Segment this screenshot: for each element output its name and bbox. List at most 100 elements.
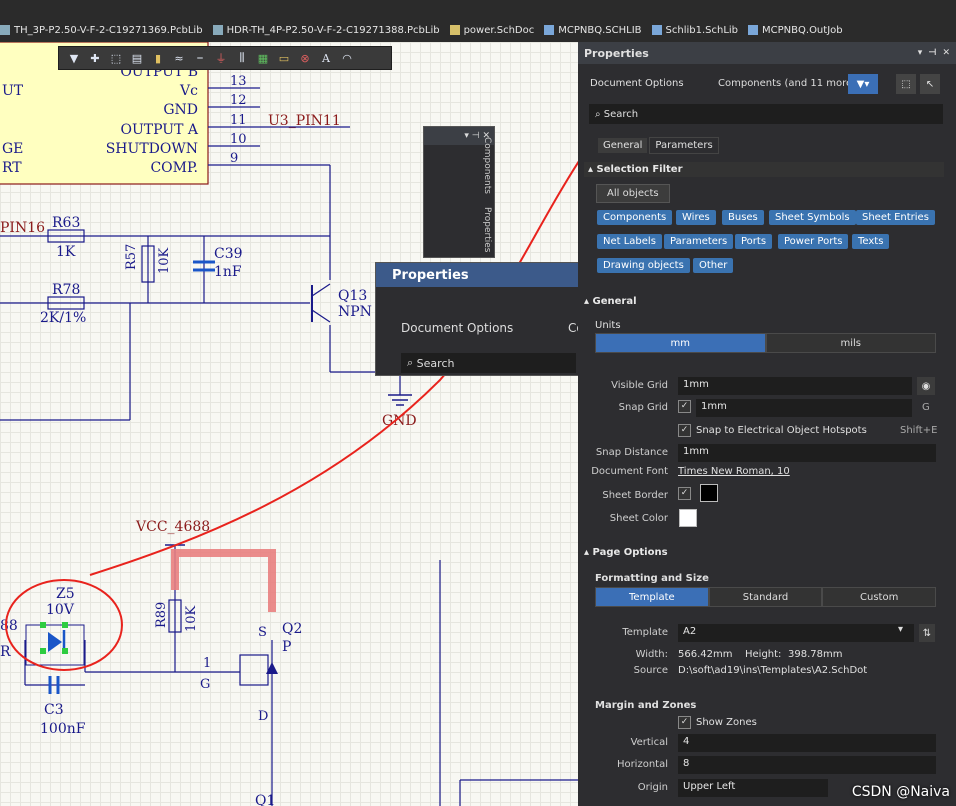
- arc-icon[interactable]: ◠: [340, 51, 354, 65]
- c39-ref: C39: [214, 246, 243, 262]
- format-custom[interactable]: Custom: [822, 587, 937, 607]
- panel-menu-icon[interactable]: ▾: [918, 48, 923, 58]
- filter-icon[interactable]: ▼: [67, 51, 81, 65]
- tab-parameters[interactable]: Parameters: [649, 137, 719, 154]
- check-icon: ✓: [678, 424, 691, 437]
- pointer-icon: ↖: [925, 78, 935, 90]
- margin-zones-label: Margin and Zones: [595, 700, 697, 711]
- ghost-side-tab-components[interactable]: Components: [482, 137, 492, 194]
- chip-texts[interactable]: Texts: [852, 234, 890, 249]
- tab-label: Schlib1.SchLib: [665, 24, 739, 36]
- tab-1[interactable]: HDR-TH_4P-P2.50-V-F-2-C19271388.PcbLib: [212, 20, 440, 40]
- vcc-label: VCC_4688: [135, 519, 210, 535]
- sheet-border-color-swatch[interactable]: [700, 484, 718, 502]
- net-label-icon[interactable]: ⎯: [193, 51, 207, 65]
- panel-search[interactable]: ⌕ Search: [589, 104, 943, 124]
- units-mils[interactable]: mils: [765, 333, 936, 353]
- select-mode-button[interactable]: ↖: [920, 74, 940, 94]
- gnd-port-icon[interactable]: ⏚: [214, 51, 228, 65]
- chip-components[interactable]: Components: [597, 210, 673, 225]
- snap-distance-input[interactable]: 1mm: [678, 444, 936, 462]
- tab-2[interactable]: power.SchDoc: [449, 20, 534, 40]
- format-standard[interactable]: Standard: [708, 587, 823, 607]
- doc-options-label[interactable]: Document Options: [590, 78, 684, 89]
- units-toggle: mm mils: [595, 333, 936, 353]
- snap-grid-input[interactable]: 1mm: [696, 399, 912, 417]
- document-font-link[interactable]: Times New Roman, 10: [678, 466, 790, 477]
- sheet-border-checkbox[interactable]: ✓: [678, 487, 696, 500]
- snap-grid-key: G: [922, 402, 930, 413]
- chip-sheet-symbols[interactable]: Sheet Symbols: [769, 210, 856, 225]
- move-icon[interactable]: ✚: [88, 51, 102, 65]
- show-zones-label: Show Zones: [696, 717, 757, 728]
- select-button[interactable]: ⬚: [896, 74, 916, 94]
- sheet-symbol-icon[interactable]: ▦: [256, 51, 270, 65]
- r89-value: 10K: [184, 605, 199, 632]
- watermark: CSDN @Naiva: [851, 784, 950, 800]
- sheet-color-swatch[interactable]: [679, 509, 697, 527]
- close-icon[interactable]: ✕: [942, 48, 950, 58]
- drain-pin-label: D: [258, 709, 268, 724]
- tab-3[interactable]: MCPNBQ.SCHLIB: [544, 20, 642, 40]
- origin-dropdown[interactable]: Upper Left: [678, 779, 828, 797]
- chip-buses[interactable]: Buses: [722, 210, 764, 225]
- component-icon[interactable]: ▮: [151, 51, 165, 65]
- eye-icon: ◉: [921, 380, 931, 392]
- chip-wires[interactable]: Wires: [676, 210, 716, 225]
- show-zones-checkbox[interactable]: ✓ Show Zones: [678, 716, 757, 729]
- chip-other[interactable]: Other: [693, 258, 734, 273]
- chevron-down-icon[interactable]: ▾: [898, 624, 903, 635]
- ic-pin-right-5: COMP.: [150, 160, 198, 176]
- no-erc-icon[interactable]: ⊗: [298, 51, 312, 65]
- ghost-side-tab-properties[interactable]: Properties: [482, 207, 492, 252]
- general-header[interactable]: ▴ General: [584, 296, 637, 307]
- template-dropdown[interactable]: A2: [678, 624, 914, 642]
- chip-ports[interactable]: Ports: [735, 234, 773, 249]
- refresh-icon: ⇅: [922, 627, 932, 639]
- pin-icon[interactable]: ⊣: [928, 48, 936, 58]
- height-label: Height:: [745, 649, 782, 660]
- text-icon[interactable]: A: [319, 51, 333, 65]
- chip-drawing-objects[interactable]: Drawing objects: [597, 258, 690, 273]
- floating-search-text: Search: [416, 356, 455, 370]
- tab-general[interactable]: General: [598, 138, 648, 153]
- chip-power-ports[interactable]: Power Ports: [778, 234, 849, 249]
- vertical-label: Vertical: [630, 737, 668, 748]
- tab-4[interactable]: Schlib1.SchLib: [651, 20, 739, 40]
- bus-icon[interactable]: ⫼: [235, 51, 249, 65]
- snap-hotspots-checkbox[interactable]: ✓ Snap to Electrical Object Hotspots: [678, 424, 867, 437]
- visibility-eye-button[interactable]: ◉: [917, 377, 935, 395]
- chip-sheet-entries[interactable]: Sheet Entries: [856, 210, 935, 225]
- select-rect-icon[interactable]: ⬚: [109, 51, 123, 65]
- ic-pin-left-0: UT: [2, 83, 24, 99]
- visible-grid-input[interactable]: 1mm: [678, 377, 912, 395]
- selection-filter-header[interactable]: ▴ Selection Filter: [584, 162, 944, 177]
- tab-0[interactable]: TH_3P-P2.50-V-F-2-C19271369.PcbLib: [0, 20, 203, 40]
- horizontal-input[interactable]: 8: [678, 756, 936, 774]
- r89-ref: R89: [154, 602, 169, 628]
- port-icon[interactable]: ▭: [277, 51, 291, 65]
- sheet-border-label: Sheet Border: [602, 490, 668, 501]
- units-mm[interactable]: mm: [595, 333, 766, 353]
- floating-doc-options[interactable]: Document Options: [401, 321, 513, 335]
- check-icon: ✓: [678, 487, 691, 500]
- chip-parameters[interactable]: Parameters: [664, 234, 734, 249]
- all-objects-button[interactable]: All objects: [596, 184, 670, 203]
- vertical-input[interactable]: 4: [678, 734, 936, 752]
- snap-grid-checkbox[interactable]: ✓: [678, 400, 696, 413]
- floating-search[interactable]: ⌕ Search: [401, 353, 576, 373]
- page-options-title: Page Options: [592, 547, 668, 558]
- q2-ref: Q2: [282, 621, 302, 637]
- refresh-template-button[interactable]: ⇅: [919, 624, 935, 642]
- check-icon: ✓: [678, 400, 691, 413]
- tab-5[interactable]: MCPNBQ.OutJob: [748, 20, 843, 40]
- align-icon[interactable]: ▤: [130, 51, 144, 65]
- format-template[interactable]: Template: [595, 587, 709, 607]
- chip-net-labels[interactable]: Net Labels: [597, 234, 662, 249]
- wire-icon[interactable]: ≈: [172, 51, 186, 65]
- r78-value: 2K/1%: [40, 310, 86, 326]
- filter-button[interactable]: ▼▾: [848, 74, 878, 94]
- page-options-header[interactable]: ▴ Page Options: [584, 547, 668, 558]
- visible-grid-label: Visible Grid: [611, 380, 668, 391]
- components-filter-label[interactable]: Components (and 11 more): [718, 78, 856, 89]
